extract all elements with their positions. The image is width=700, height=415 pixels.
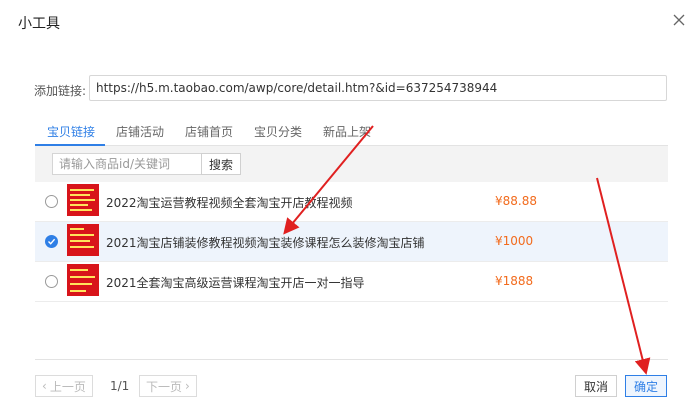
dialog-title: 小工具 [18, 16, 60, 32]
check-icon [48, 238, 56, 245]
product-row[interactable]: 2021全套淘宝高级运营课程淘宝开店一对一指导 ¥1888 [35, 262, 668, 302]
product-price: ¥88.88 [495, 194, 537, 208]
radio-unchecked[interactable] [45, 195, 58, 208]
search-input[interactable] [52, 153, 225, 175]
next-page-button[interactable]: 下一页 › [139, 375, 197, 397]
search-button[interactable]: 搜索 [201, 153, 241, 175]
tab-new-arrivals[interactable]: 新品上架 [323, 123, 371, 140]
cancel-button[interactable]: 取消 [575, 375, 617, 397]
tab-product-link[interactable]: 宝贝链接 [47, 123, 95, 140]
product-price: ¥1888 [495, 274, 534, 288]
product-row[interactable]: 2021淘宝店铺装修教程视频淘宝装修课程怎么装修淘宝店铺 ¥1000 [35, 222, 668, 262]
link-input[interactable] [89, 75, 667, 101]
product-thumbnail [67, 184, 99, 216]
prev-page-button[interactable]: ‹ 上一页 [35, 375, 93, 397]
product-list: 2022淘宝运营教程视频全套淘宝开店教程视频 ¥88.88 2021淘宝店铺装修… [35, 182, 668, 302]
search-bar: 搜索 [35, 146, 668, 182]
chevron-right-icon: › [185, 379, 190, 393]
prev-page-label: 上一页 [49, 379, 86, 394]
page-indicator: 1/1 [110, 379, 130, 393]
product-title: 2022淘宝运营教程视频全套淘宝开店教程视频 [106, 196, 353, 210]
link-label: 添加链接: [34, 84, 87, 98]
close-icon[interactable] [671, 12, 687, 28]
product-title: 2021淘宝店铺装修教程视频淘宝装修课程怎么装修淘宝店铺 [106, 236, 425, 250]
product-price: ¥1000 [495, 234, 534, 248]
footer-divider [35, 359, 668, 360]
chevron-left-icon: ‹ [42, 379, 47, 393]
product-thumbnail [67, 264, 99, 296]
next-page-label: 下一页 [146, 379, 183, 394]
tab-store-home[interactable]: 店铺首页 [185, 123, 233, 140]
confirm-button[interactable]: 确定 [625, 375, 667, 397]
product-thumbnail [67, 224, 99, 256]
tab-bar: 宝贝链接 店铺活动 店铺首页 宝贝分类 新品上架 [35, 116, 668, 146]
product-title: 2021全套淘宝高级运营课程淘宝开店一对一指导 [106, 276, 365, 290]
radio-checked[interactable] [45, 235, 58, 248]
product-row[interactable]: 2022淘宝运营教程视频全套淘宝开店教程视频 ¥88.88 [35, 182, 668, 222]
tab-store-activity[interactable]: 店铺活动 [116, 123, 164, 140]
radio-unchecked[interactable] [45, 275, 58, 288]
tab-product-category[interactable]: 宝贝分类 [254, 123, 302, 140]
